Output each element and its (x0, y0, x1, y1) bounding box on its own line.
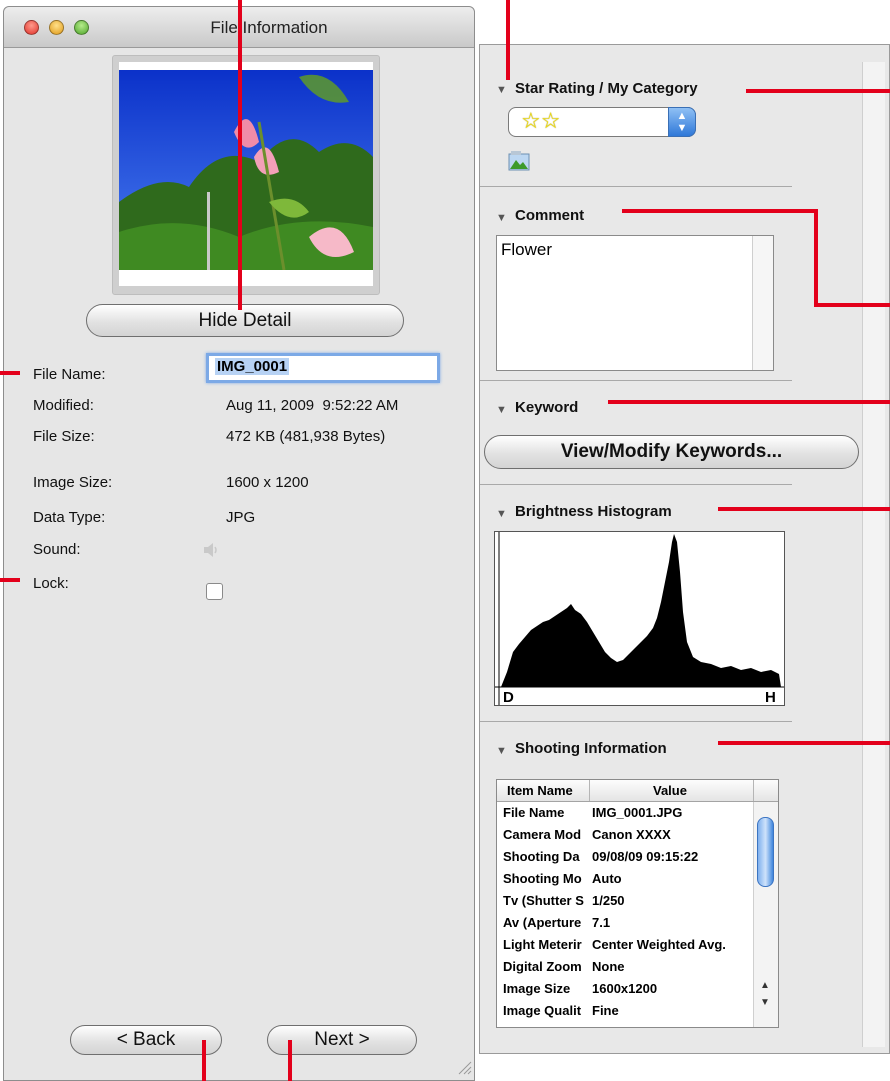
panel-scrollbar[interactable] (862, 62, 885, 1047)
callout-line (238, 0, 242, 310)
file-name-label: File Name: (33, 366, 106, 383)
item-name-cell: Shooting Da (503, 849, 580, 864)
item-name-cell: Digital Zoom (503, 959, 582, 974)
callout-line (506, 0, 510, 80)
scroll-down-arrow-icon[interactable]: ▼ (760, 997, 770, 1008)
comment-textarea[interactable]: Flower (496, 235, 774, 371)
table-scrollbar[interactable]: ▲ ▼ (753, 802, 778, 1027)
image-thumbnail-frame (112, 55, 380, 295)
value-cell: Canon XXXX (592, 827, 671, 842)
star-rating-section-title: Star Rating / My Category (515, 80, 698, 97)
item-name-cell: Camera Mod (503, 827, 582, 842)
value-cell: Center Weighted Avg. (592, 937, 726, 952)
callout-line (0, 371, 20, 375)
shooting-info-section-title: Shooting Information (515, 740, 667, 757)
column-header-item-name[interactable]: Item Name (507, 783, 573, 798)
item-name-cell: File Name (503, 805, 565, 820)
callout-line (746, 89, 890, 93)
callout-line (814, 209, 818, 307)
lock-checkbox[interactable] (206, 583, 223, 600)
item-name-cell: Image Size (503, 981, 571, 996)
histogram-section-title: Brightness Histogram (515, 503, 672, 520)
item-name-cell: Light Meterir (503, 937, 582, 952)
divider (480, 380, 792, 381)
comment-scrollbar[interactable] (752, 236, 773, 370)
modified-label: Modified: (33, 397, 94, 414)
file-size-value: 472 KB (481,938 Bytes) (226, 428, 386, 445)
shooting-info-table[interactable]: Item Name Value File Name IMG_0001.JPG Ca… (496, 779, 779, 1028)
value-cell: 09/08/09 09:15:22 (592, 849, 699, 864)
histogram-graph: D H (495, 532, 784, 706)
image-size-value: 1600 x 1200 (226, 474, 309, 491)
resize-grip-icon[interactable] (456, 1059, 472, 1075)
modified-value: Aug 11, 2009 9:52:22 AM (226, 397, 399, 414)
lock-label: Lock: (33, 575, 69, 592)
disclosure-triangle-icon[interactable]: ▼ (496, 84, 507, 96)
value-cell: 1/250 (592, 893, 625, 908)
brightness-histogram: D H (494, 531, 785, 706)
keyword-section-title: Keyword (515, 399, 579, 416)
disclosure-triangle-icon[interactable]: ▼ (496, 745, 507, 757)
file-name-input[interactable]: IMG_0001 (206, 353, 440, 383)
value-cell: None (592, 959, 625, 974)
file-name-value: IMG_0001 (215, 358, 290, 375)
file-size-label: File Size: (33, 428, 95, 445)
star-rating-popup[interactable]: ☆☆ ▲ ▼ (508, 107, 696, 137)
item-name-cell: Av (Aperture (503, 915, 582, 930)
item-name-cell: Tv (Shutter S (503, 893, 584, 908)
back-button[interactable]: < Back (70, 1025, 222, 1055)
value-cell: IMG_0001.JPG (592, 805, 683, 820)
callout-line (814, 303, 890, 307)
value-cell: 7.1 (592, 915, 611, 930)
callout-line (202, 1040, 206, 1081)
callout-line (718, 741, 890, 745)
image-size-label: Image Size: (33, 474, 113, 491)
callout-line (608, 400, 890, 404)
comment-text: Flower (501, 240, 553, 259)
my-category-icon[interactable] (508, 150, 530, 172)
item-name-cell: Image Qualit (503, 1003, 582, 1018)
popup-arrows-icon[interactable]: ▲ ▼ (668, 107, 696, 137)
table-header: Item Name Value (497, 780, 778, 802)
comment-section-title: Comment (515, 207, 585, 224)
image-thumbnail (119, 62, 373, 286)
item-name-cell: Shooting Mo (503, 871, 582, 886)
scrollbar-thumb[interactable] (757, 817, 774, 887)
histogram-highlight-label: H (765, 689, 776, 705)
speaker-icon (202, 542, 222, 558)
sound-label: Sound: (33, 541, 81, 558)
disclosure-triangle-icon[interactable]: ▼ (496, 508, 507, 520)
hide-detail-button[interactable]: Hide Detail (86, 304, 404, 337)
value-cell: Auto (592, 871, 622, 886)
divider (480, 721, 792, 722)
callout-line (718, 507, 890, 511)
divider (480, 484, 792, 485)
star-rating-stars: ☆☆ (521, 108, 561, 133)
value-cell: 1600x1200 (592, 981, 658, 996)
scroll-up-arrow-icon[interactable]: ▲ (760, 980, 770, 991)
disclosure-triangle-icon[interactable]: ▼ (496, 212, 507, 224)
callout-line (622, 209, 818, 213)
view-modify-keywords-button[interactable]: View/Modify Keywords... (484, 435, 859, 469)
value-cell: Fine (592, 1003, 619, 1018)
divider (480, 186, 792, 187)
histogram-dark-label: D (503, 689, 514, 705)
callout-line (288, 1040, 292, 1081)
disclosure-triangle-icon[interactable]: ▼ (496, 404, 507, 416)
callout-line (0, 578, 20, 582)
data-type-value: JPG (226, 509, 256, 526)
column-header-value[interactable]: Value (653, 783, 687, 798)
data-type-label: Data Type: (33, 509, 106, 526)
